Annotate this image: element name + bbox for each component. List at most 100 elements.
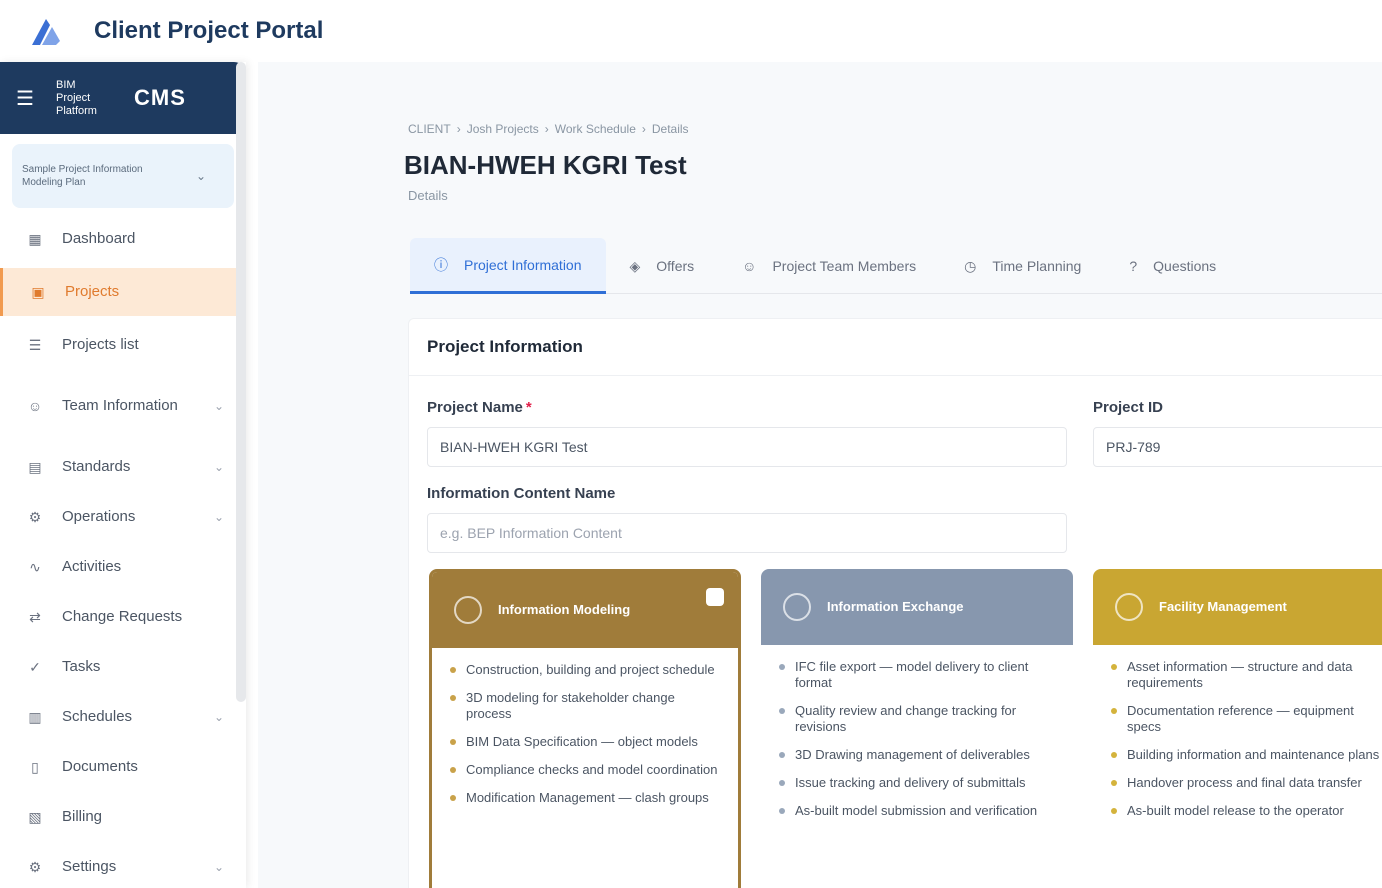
sidebar-item-schedules[interactable]: ▥ Schedules ⌄	[0, 692, 246, 742]
gear-icon: ⚙	[28, 508, 42, 525]
document-icon: ▯	[31, 758, 39, 775]
check-icon: ✓	[29, 658, 41, 675]
list-item: Issue tracking and delivery of submittal…	[779, 775, 1055, 791]
info-container-label: Information Content Name	[427, 485, 616, 502]
option-card-list: IFC file export — model delivery to clie…	[761, 645, 1073, 845]
sidebar-item-label: Team Information	[62, 397, 178, 414]
option-card-facility-management[interactable]: Facility Management Asset information — s…	[1093, 569, 1382, 888]
tab-label: Project Information	[464, 256, 582, 273]
tab-offers[interactable]: ◈ Offers	[606, 238, 719, 294]
project-id-label: Project ID	[1093, 399, 1164, 416]
sidebar-item-label: Schedules	[62, 708, 133, 725]
swap-icon: ⇄	[29, 608, 41, 625]
sidebar-item-change-requests[interactable]: ⇄ Change Requests	[0, 592, 246, 642]
project-name-input[interactable]: BIAN-HWEH KGRI Test	[427, 427, 1067, 467]
card-title: Project Information	[427, 337, 583, 356]
tag-icon: ◈	[629, 257, 641, 274]
option-card-header: Facility Management	[1093, 569, 1382, 645]
sidebar-item-label: Documents	[62, 758, 138, 775]
page-subtitle: Details	[408, 188, 448, 203]
breadcrumb: CLIENT › Josh Projects › Work Schedule › Detai…	[408, 122, 695, 136]
sidebar-item-label: Billing	[62, 808, 103, 825]
option-card-title: Facility Management	[1159, 599, 1287, 614]
sidebar-item-settings[interactable]: ⚙ Settings ⌄	[0, 842, 246, 888]
list-item: As-built model submission and verificati…	[779, 803, 1055, 819]
breadcrumb-item[interactable]: Work Schedule	[555, 122, 636, 136]
sidebar-item-standards[interactable]: ▤ Standards ⌄	[0, 442, 246, 492]
project-id-input[interactable]: PRJ-789	[1093, 427, 1382, 467]
help-icon: ?	[1129, 258, 1138, 274]
sidebar-item-projects[interactable]: ▣ Projects	[0, 268, 238, 316]
option-card-list: Construction, building and project sched…	[432, 648, 738, 832]
top-bar: Client Project Portal	[0, 0, 1382, 62]
option-card-information-exchange[interactable]: Information Exchange IFC file export — mo…	[761, 569, 1073, 888]
folder-icon: ▣	[31, 283, 45, 300]
sidebar-item-label: Change Requests	[62, 608, 183, 625]
project-selector[interactable]: Sample Project Information Modeling Plan…	[12, 144, 234, 208]
option-card-header: Information Exchange	[761, 569, 1073, 645]
list-item: Construction, building and project sched…	[450, 662, 720, 678]
sidebar-item-label: Activities	[62, 558, 122, 575]
users-icon: ☺	[27, 398, 43, 414]
breadcrumb-separator: ›	[641, 122, 646, 136]
sidebar: ☰ BIM Project Platform CMS Sample Projec…	[0, 62, 246, 888]
sidebar-item-tasks[interactable]: ✓ Tasks	[0, 642, 246, 692]
tab-label: Questions	[1153, 258, 1217, 274]
activity-icon: ∿	[29, 558, 41, 575]
chevron-down-icon: ⌄	[213, 860, 224, 874]
list-item: Compliance checks and model coordination	[450, 762, 720, 778]
platform-name: BIM Project Platform	[56, 78, 97, 117]
tab-label: Project Team Members	[772, 258, 917, 274]
option-card-title: Information Modeling	[498, 602, 631, 617]
divider	[409, 375, 1382, 376]
tab-questions[interactable]: ? Questions	[1105, 238, 1240, 294]
sidebar-item-documents[interactable]: ▯ Documents	[0, 742, 246, 792]
project-selector-label: Sample Project Information Modeling Plan	[22, 164, 143, 188]
sidebar-item-label: Standards	[62, 458, 131, 475]
sidebar-item-team-information[interactable]: ☺ Team Information ⌄	[0, 370, 246, 442]
sidebar-nav: ▦ Dashboard ▣ Projects ☰ Projects list ☺ Team I…	[0, 214, 246, 888]
option-card-information-modeling[interactable]: Information Modeling Construction, buildi…	[429, 569, 741, 888]
option-icon	[783, 593, 811, 621]
chevron-down-icon: ⌄	[213, 710, 224, 724]
sidebar-item-billing[interactable]: ▧ Billing	[0, 792, 246, 842]
breadcrumb-item[interactable]: Josh Projects	[467, 122, 539, 136]
sidebar-item-projects-list[interactable]: ☰ Projects list	[0, 320, 246, 370]
page-title: BIAN-HWEH KGRI Test	[404, 150, 687, 180]
list-item: 3D Drawing management of deliverables	[779, 747, 1055, 763]
sidebar-item-label: Settings	[62, 858, 117, 875]
sidebar-item-label: Projects list	[62, 336, 139, 353]
option-card-title: Information Exchange	[827, 599, 964, 614]
list-item: 3D modeling for stakeholder change proce…	[450, 690, 720, 722]
list-item: Building information and maintenance pla…	[1111, 747, 1382, 763]
option-card-header: Information Modeling	[432, 572, 738, 648]
tab-time-planning[interactable]: ◷ Time Planning	[940, 238, 1105, 294]
list-icon: ☰	[28, 336, 42, 353]
breadcrumb-item[interactable]: CLIENT	[408, 122, 451, 136]
sidebar-item-activities[interactable]: ∿ Activities	[0, 542, 246, 592]
info-icon: ⓘ	[434, 256, 448, 273]
tab-project-team-members[interactable]: ☺ Project Team Members	[718, 238, 940, 294]
app-logo[interactable]	[26, 11, 66, 51]
sidebar-scrollbar[interactable]	[236, 62, 246, 702]
sidebar-item-operations[interactable]: ⚙ Operations ⌄	[0, 492, 246, 542]
chevron-down-icon: ⌄	[213, 399, 224, 413]
option-icon	[454, 596, 482, 624]
breadcrumb-separator: ›	[456, 122, 461, 136]
tab-project-information[interactable]: ⓘ Project Information	[410, 238, 606, 294]
sidebar-item-label: Dashboard	[62, 230, 136, 247]
sidebar-item-label: Operations	[62, 508, 136, 525]
users-icon: ☺	[742, 258, 757, 274]
book-icon: ▤	[28, 458, 42, 475]
grid-icon: ▦	[28, 230, 42, 247]
calendar-icon: ▥	[28, 708, 42, 725]
main-content: CLIENT › Josh Projects › Work Schedule › Detai…	[258, 62, 1382, 888]
info-container-input[interactable]: e.g. BEP Information Content	[427, 513, 1067, 553]
menu-icon[interactable]: ☰	[16, 86, 38, 111]
selected-checkbox[interactable]	[706, 588, 724, 606]
option-card-list: Asset information — structure and data r…	[1093, 645, 1382, 845]
breadcrumb-separator: ›	[544, 122, 549, 136]
project-info-card: Project Information Project Name * BIAN-H…	[408, 318, 1382, 888]
platform-abbr: CMS	[134, 85, 186, 110]
sidebar-item-dashboard[interactable]: ▦ Dashboard	[0, 214, 246, 264]
